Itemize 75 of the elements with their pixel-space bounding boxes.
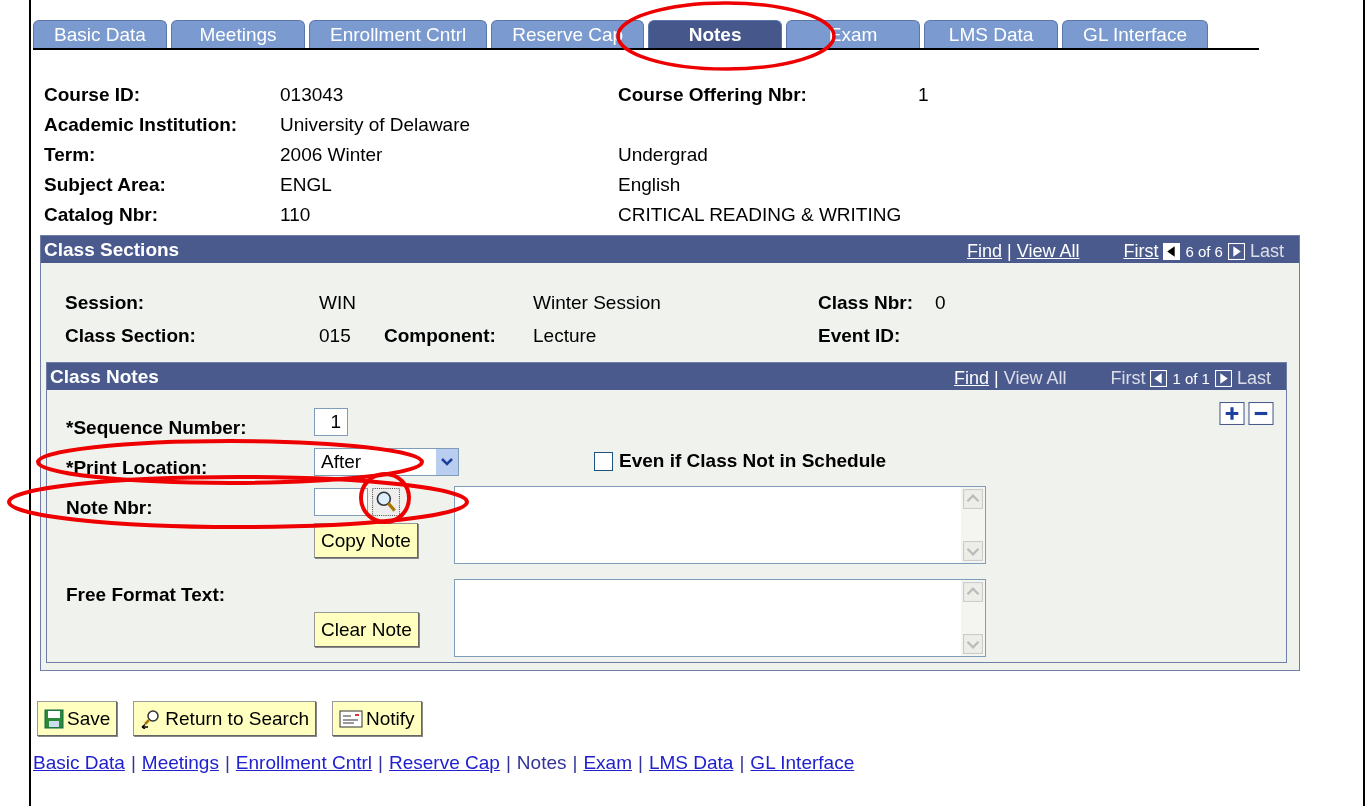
- field-value: CRITICAL READING & WRITING: [618, 204, 902, 226]
- view-all-link[interactable]: View All: [1003, 368, 1067, 389]
- field-label: Course Offering Nbr:: [618, 84, 807, 106]
- page-link[interactable]: LMS Data: [648, 752, 734, 774]
- note-number-field[interactable]: [314, 488, 368, 516]
- delete-row-icon[interactable]: [1248, 402, 1274, 425]
- separator: |: [130, 752, 136, 774]
- free-format-text-area[interactable]: [454, 579, 986, 657]
- view-all-link[interactable]: View All: [1016, 241, 1080, 262]
- field-value: WIN: [319, 291, 356, 314]
- separator: |: [739, 752, 745, 774]
- first-link[interactable]: First: [1123, 241, 1159, 262]
- field-value: 015: [319, 324, 351, 347]
- separator: |: [224, 752, 230, 774]
- field-value: English: [618, 174, 681, 196]
- note-text-area[interactable]: [454, 486, 986, 564]
- last-link[interactable]: Last: [1236, 368, 1271, 389]
- panel-title: Class Sections: [44, 238, 181, 261]
- tab[interactable]: Notes: [648, 20, 783, 48]
- annotation-circle: [359, 472, 411, 524]
- separator: |: [994, 368, 999, 389]
- find-link[interactable]: Find: [967, 241, 1003, 262]
- field-label: *Sequence Number:: [66, 417, 247, 439]
- checkbox[interactable]: [594, 451, 613, 471]
- field-label: Class Nbr:: [818, 291, 914, 314]
- field-value: Winter Session: [533, 291, 661, 314]
- action-button[interactable]: Return to Search: [133, 701, 316, 736]
- find-link[interactable]: Find: [954, 368, 990, 389]
- page-link[interactable]: Basic Data: [33, 752, 125, 774]
- separator: |: [1007, 241, 1012, 262]
- separator: |: [378, 752, 383, 774]
- checkbox-label: Even if Class Not in Schedule: [619, 450, 887, 472]
- last-link[interactable]: Last: [1249, 241, 1284, 262]
- row-counter: 1 of 1: [1172, 370, 1210, 387]
- sequence-number-field[interactable]: 1: [314, 408, 348, 436]
- panel-title: Class Notes: [50, 365, 160, 388]
- page-link[interactable]: Exam: [583, 752, 632, 774]
- field-value: University of Delaware: [280, 114, 471, 136]
- separator: |: [638, 752, 643, 774]
- field-label: Catalog Nbr:: [44, 204, 158, 226]
- page-link[interactable]: GL Interface: [750, 752, 855, 774]
- search-icon[interactable]: [372, 488, 400, 516]
- row-counter: 6 of 6: [1185, 243, 1223, 260]
- field-label: *Print Location:: [66, 457, 208, 479]
- field-label: Session:: [65, 291, 145, 314]
- action-button[interactable]: Save: [37, 701, 118, 736]
- field-label: Subject Area:: [44, 174, 166, 196]
- add-row-icon[interactable]: [1219, 402, 1245, 425]
- page-link[interactable]: Reserve Cap: [389, 752, 500, 774]
- field-label: Component:: [384, 324, 496, 347]
- field-label: Term:: [44, 144, 96, 166]
- field-value: Undergrad: [618, 144, 708, 166]
- separator: |: [505, 752, 511, 774]
- separator: |: [572, 752, 578, 774]
- action-button[interactable]: Notify: [331, 701, 422, 736]
- clear-note-button[interactable]: Clear Note: [314, 612, 419, 647]
- note-icon: [338, 708, 363, 729]
- field-label: Course ID:: [44, 84, 141, 106]
- field-value: 2006 Winter: [280, 144, 383, 166]
- page-link[interactable]: Enrollment Cntrl: [235, 752, 373, 774]
- copy-note-button[interactable]: Copy Note: [314, 523, 418, 558]
- first-link[interactable]: First: [1110, 368, 1146, 389]
- field-label: Event ID:: [818, 324, 901, 347]
- field-label: Note Nbr:: [66, 497, 153, 519]
- page-link[interactable]: Meetings: [141, 752, 219, 774]
- print-location-dropdown[interactable]: After: [314, 448, 459, 476]
- field-value: 013043: [280, 84, 344, 106]
- field-label: Class Section:: [65, 324, 196, 347]
- field-value: Lecture: [533, 324, 597, 347]
- field-value: ENGL: [280, 174, 332, 196]
- field-value: 0: [935, 291, 946, 314]
- field-value: 1: [918, 84, 929, 106]
- field-label: Academic Institution:: [44, 114, 238, 136]
- field-value: 110: [280, 204, 311, 226]
- field-label: Free Format Text:: [66, 584, 226, 606]
